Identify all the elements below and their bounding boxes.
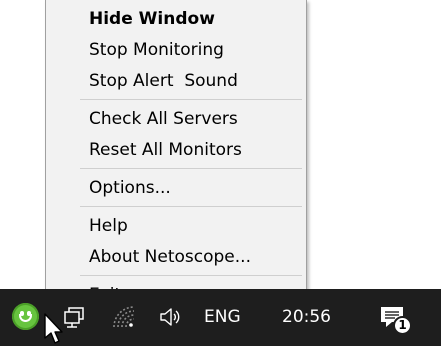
menu-item-hide-window[interactable]: Hide Window [46,4,306,35]
screen: Hide Window Stop Monitoring Stop Alert S… [0,0,441,346]
menu-separator [80,206,302,207]
smiley-mouth [19,314,32,322]
menu-separator [80,168,302,169]
tray-context-menu: Hide Window Stop Monitoring Stop Alert S… [45,0,307,312]
taskbar: ENG 20:56 1 [0,289,441,346]
menu-item-check-all-servers[interactable]: Check All Servers [46,104,306,135]
menu-item-options[interactable]: Options... [46,173,306,204]
language-indicator[interactable]: ENG [204,305,241,329]
volume-icon[interactable] [156,303,184,331]
menu-separator [80,275,302,276]
menu-item-about-netoscope[interactable]: About Netoscope... [46,242,306,273]
wifi-icon[interactable] [110,303,138,331]
menu-separator [80,99,302,100]
clock[interactable]: 20:56 [282,305,331,329]
menu-item-help[interactable]: Help [46,211,306,242]
smiley-icon[interactable] [12,303,39,330]
menu-item-reset-all-monitors[interactable]: Reset All Monitors [46,135,306,166]
mouse-pointer-icon [44,313,63,344]
network-adapter-icon[interactable] [60,303,88,331]
menu-item-stop-monitoring[interactable]: Stop Monitoring [46,35,306,66]
notification-count-badge: 1 [393,316,412,335]
menu-item-stop-alert-sound[interactable]: Stop Alert Sound [46,66,306,97]
